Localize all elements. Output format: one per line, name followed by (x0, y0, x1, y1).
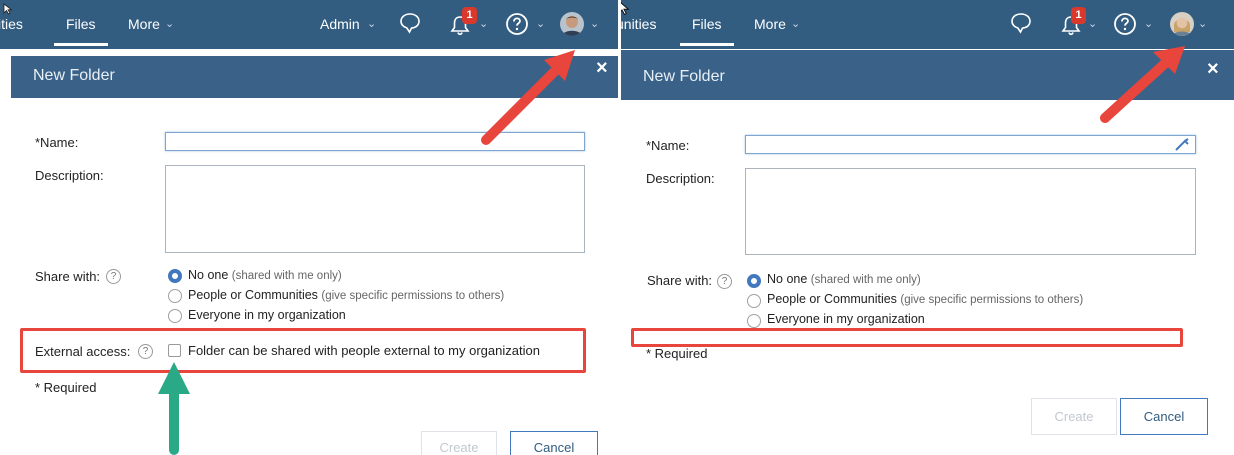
nav-files[interactable]: Files (54, 16, 107, 46)
mouse-pointer-icon (3, 3, 13, 15)
description-label: Description: (35, 168, 104, 183)
option-label: No one (767, 272, 808, 286)
chevron-down-icon: ⌄ (536, 18, 546, 30)
radio-people-communities[interactable] (168, 289, 182, 303)
cancel-button-label: Cancel (1143, 409, 1185, 424)
option-no-one[interactable]: No one (shared with me only) (188, 268, 342, 282)
required-note: * Required (646, 346, 708, 361)
close-icon[interactable]: × (596, 57, 608, 80)
option-label: No one (188, 268, 229, 282)
right-screenshot: unities Files More ⌄ 1 ⌄ ⌄ (621, 0, 1234, 455)
option-label: People or Communities (767, 292, 897, 306)
option-people-communities[interactable]: People or Communities (give specific per… (188, 288, 504, 302)
radio-no-one[interactable] (747, 274, 761, 288)
option-label: Everyone in my organization (767, 312, 925, 326)
description-textarea[interactable] (745, 168, 1196, 255)
create-button[interactable]: Create (421, 431, 497, 455)
close-icon[interactable]: × (1207, 58, 1219, 81)
radio-everyone[interactable] (747, 314, 761, 328)
required-note: * Required (35, 380, 97, 395)
red-annotation-arrow (481, 50, 575, 145)
create-button[interactable]: Create (1031, 398, 1117, 435)
radio-no-one[interactable] (168, 269, 182, 283)
option-everyone[interactable]: Everyone in my organization (767, 312, 925, 326)
name-input[interactable] (745, 135, 1196, 154)
nav-admin[interactable]: Admin (320, 16, 360, 32)
external-access-label: External access: (35, 344, 131, 359)
chevron-down-icon: ⌄ (791, 18, 801, 30)
external-share-checkbox-label: Folder can be shared with people externa… (188, 343, 540, 358)
chevron-down-icon: ⌄ (1088, 18, 1098, 30)
chevron-down-icon: ⌄ (479, 18, 489, 30)
help-circle-icon[interactable] (504, 11, 530, 37)
notification-badge: 1 (1071, 7, 1086, 24)
name-label: *Name: (646, 138, 690, 153)
option-hint: (shared with me only) (810, 274, 921, 286)
dialog-title: New Folder (33, 67, 115, 84)
option-label: People or Communities (188, 288, 318, 302)
avatar[interactable] (560, 12, 584, 36)
radio-people-communities[interactable] (747, 294, 761, 308)
help-icon[interactable]: ? (138, 344, 153, 359)
option-people-communities[interactable]: People or Communities (give specific per… (767, 292, 1083, 306)
notification-badge: 1 (462, 7, 477, 24)
nav-communities[interactable]: ities (0, 16, 23, 32)
missing-option-highlight (631, 328, 1183, 347)
create-button-label: Create (439, 440, 479, 455)
help-icon[interactable]: ? (717, 274, 732, 289)
cancel-button[interactable]: Cancel (510, 431, 598, 455)
mouse-pointer-icon (621, 2, 630, 16)
chat-bubble-icon[interactable] (1009, 11, 1033, 35)
option-everyone[interactable]: Everyone in my organization (188, 308, 346, 322)
chevron-down-icon: ⌄ (1144, 18, 1154, 30)
create-button-label: Create (1054, 409, 1094, 424)
screenshot-root: ities Files More ⌄ Admin ⌄ 1 ⌄ ⌄ ⌄ New F… (0, 0, 1234, 455)
chevron-down-icon: ⌄ (165, 18, 175, 30)
left-screenshot: ities Files More ⌄ Admin ⌄ 1 ⌄ ⌄ ⌄ New F… (0, 0, 618, 455)
chat-bubble-icon[interactable] (398, 11, 422, 35)
nav-more[interactable]: More (128, 16, 160, 32)
nav-more[interactable]: More (754, 16, 786, 32)
chevron-down-icon: ⌄ (367, 18, 377, 30)
top-navbar: ities Files More ⌄ Admin ⌄ 1 ⌄ ⌄ ⌄ (0, 0, 618, 49)
option-no-one[interactable]: No one (shared with me only) (767, 272, 921, 286)
chevron-down-icon: ⌄ (590, 18, 600, 30)
option-hint: (give specific permissions to others) (321, 290, 505, 302)
share-with-label: Share with: (647, 273, 713, 288)
external-share-checkbox[interactable] (168, 344, 181, 357)
option-hint: (give specific permissions to others) (900, 294, 1084, 306)
chevron-down-icon: ⌄ (1198, 18, 1208, 30)
option-hint: (shared with me only) (231, 270, 342, 282)
red-annotation-arrow (1100, 46, 1185, 123)
help-icon[interactable]: ? (106, 269, 121, 284)
share-with-label: Share with: (35, 269, 101, 284)
cancel-button[interactable]: Cancel (1120, 398, 1208, 435)
description-label: Description: (646, 171, 715, 186)
avatar[interactable] (1170, 12, 1194, 36)
help-circle-icon[interactable] (1112, 11, 1138, 37)
cancel-button-label: Cancel (533, 440, 575, 455)
nav-files[interactable]: Files (680, 16, 733, 46)
nav-communities[interactable]: unities (621, 16, 656, 32)
pen-icon (1175, 138, 1189, 151)
radio-everyone[interactable] (168, 309, 182, 323)
name-label: *Name: (35, 135, 79, 150)
green-annotation-arrow (158, 362, 190, 455)
dialog-title: New Folder (643, 68, 725, 85)
option-label: Everyone in my organization (188, 308, 346, 322)
description-textarea[interactable] (165, 165, 585, 253)
